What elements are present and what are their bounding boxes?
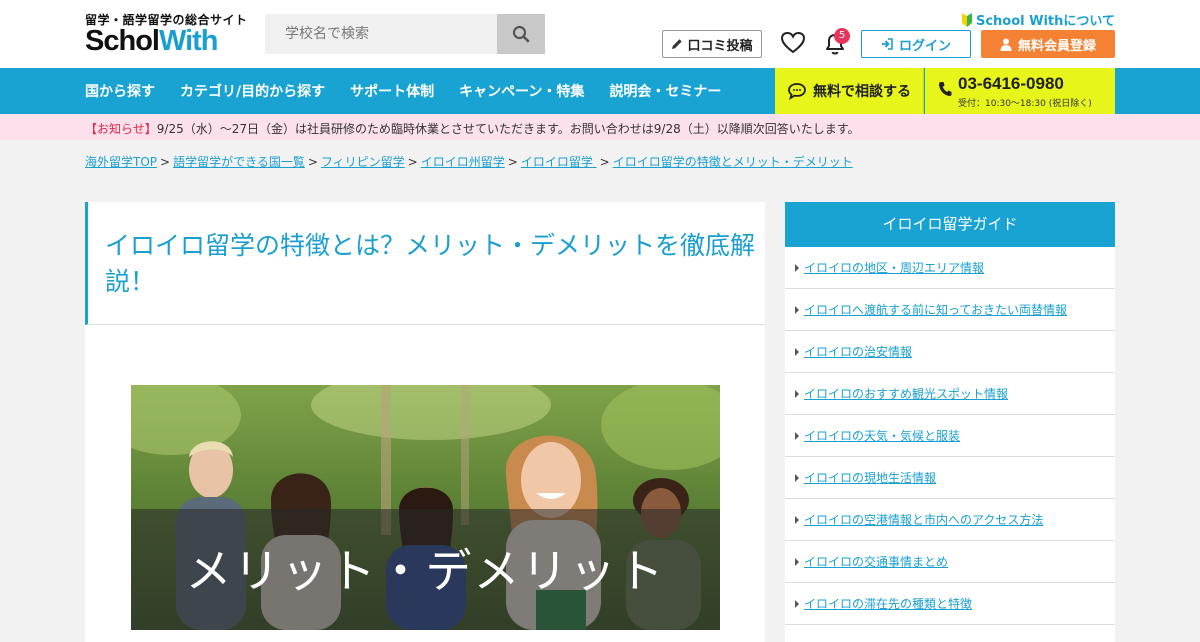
article-title-box: イロイロ留学の特徴とは？メリット・デメリットを徹底解説！ — [85, 202, 765, 325]
guide-item: イロイロへ渡航する前に知っておきたい両替情報 — [785, 289, 1115, 331]
review-post-button[interactable]: 口コミ投稿 — [662, 30, 762, 58]
triangle-right-icon — [795, 557, 799, 566]
free-consult-button[interactable]: 無料で相談する — [775, 68, 924, 114]
breadcrumb: 海外留学TOP > 語学留学ができる国一覧 > フィリピン留学 > イロイロ州留学 > イロイロ… — [85, 155, 853, 169]
guide-item: イロイロの空港情報と市内へのアクセス方法 — [785, 499, 1115, 541]
logo-school-text-rest: ol — [135, 25, 160, 57]
about-link[interactable]: School Withについて — [961, 10, 1115, 29]
notice-tag: 【お知らせ】 — [85, 122, 157, 136]
search-icon — [512, 25, 530, 43]
guide-item: イロイロの滞在先の種類と特徴 — [785, 583, 1115, 625]
guide-item: イロイロの交通事情まとめ — [785, 541, 1115, 583]
guide-item: イロイロの現地生活情報 — [785, 457, 1115, 499]
hero-caption: メリット・デメリット — [185, 544, 666, 598]
triangle-right-icon — [795, 305, 799, 314]
hero-image: メリット・デメリット — [131, 385, 720, 630]
triangle-right-icon — [795, 599, 799, 608]
about-label: School Withについて — [975, 14, 1115, 29]
nav-item-campaign[interactable]: キャンペーン・特集 — [459, 81, 584, 101]
breadcrumb-link-countries[interactable]: 語学留学ができる国一覧 — [173, 155, 305, 169]
guide-link-area[interactable]: イロイロの地区・周辺エリア情報 — [804, 259, 984, 276]
phone-contact[interactable]: 03-6416-0980 受付：10:30〜18:30 (祝日除く) — [925, 68, 1115, 114]
triangle-right-icon — [795, 347, 799, 356]
free-consult-label: 無料で相談する — [813, 84, 911, 100]
guide-link-accommodation[interactable]: イロイロの滞在先の種類と特徴 — [804, 595, 972, 612]
breadcrumb-link-current[interactable]: イロイロ留学の特徴とメリット・デメリット — [613, 155, 853, 169]
breadcrumb-link-iloilo-province[interactable]: イロイロ州留学 — [421, 155, 505, 169]
nav-item-category[interactable]: カテゴリ/目的から探す — [180, 81, 325, 101]
guide-sidebar-heading: イロイロ留学ガイド — [785, 202, 1115, 247]
phone-number: 03-6416-0980 — [958, 74, 1064, 93]
triangle-right-icon — [795, 473, 799, 482]
logo-with-text: With — [158, 25, 219, 57]
triangle-right-icon — [795, 515, 799, 524]
breadcrumb-link-iloilo[interactable]: イロイロ留学 — [521, 155, 597, 169]
signup-label: 無料会員登録 — [1017, 38, 1096, 54]
triangle-right-icon — [795, 431, 799, 440]
notice-text: 【お知らせ】9/25（水）〜27日（金）は社員研修のため臨時休業とさせていただき… — [85, 120, 860, 137]
nav-menu: 国から探す カテゴリ/目的から探す サポート体制 キャンペーン・特集 説明会・セ… — [85, 68, 746, 114]
guide-link-transport[interactable]: イロイロの交通事情まとめ — [804, 553, 948, 570]
notice-bar: 【お知らせ】9/25（水）〜27日（金）は社員研修のため臨時休業とさせていただき… — [0, 114, 1200, 140]
search-button[interactable] — [497, 14, 545, 54]
guide-item: イロイロの天気・気候と服装 — [785, 415, 1115, 457]
article-card: イロイロ留学の特徴とは？メリット・デメリットを徹底解説！ メリット・デメリット — [85, 202, 765, 642]
site-logo[interactable]: ScholWith — [85, 25, 219, 58]
guide-sidebar: イロイロ留学ガイド イロイロの地区・周辺エリア情報 イロイロへ渡航する前に知って… — [785, 202, 1115, 642]
nav-item-support[interactable]: サポート体制 — [350, 81, 434, 101]
notification-count-badge: 5 — [834, 28, 850, 44]
breadcrumb-link-top[interactable]: 海外留学TOP — [85, 155, 157, 169]
search-input[interactable] — [265, 14, 497, 54]
guide-link-living[interactable]: イロイロの現地生活情報 — [804, 469, 936, 486]
guide-link-exchange[interactable]: イロイロへ渡航する前に知っておきたい両替情報 — [804, 301, 1067, 318]
main-nav: 国から探す カテゴリ/目的から探す サポート体制 キャンペーン・特集 説明会・セ… — [0, 68, 1200, 114]
nav-item-country[interactable]: 国から探す — [85, 81, 155, 101]
triangle-right-icon — [795, 389, 799, 398]
phone-icon — [939, 82, 952, 96]
article-title: イロイロ留学の特徴とは？メリット・デメリットを徹底解説！ — [105, 231, 756, 296]
triangle-right-icon — [795, 263, 799, 272]
guide-item: イロイロのおすすめ観光スポット情報 — [785, 373, 1115, 415]
beginner-mark-icon — [961, 12, 972, 27]
pencil-icon — [672, 39, 683, 49]
favorite-heart-icon[interactable] — [780, 31, 806, 55]
phone-hours: 受付：10:30〜18:30 (祝日除く) — [958, 99, 1092, 109]
signup-button[interactable]: 無料会員登録 — [981, 30, 1115, 58]
nav-item-seminar[interactable]: 説明会・セミナー — [609, 81, 721, 101]
guide-link-safety[interactable]: イロイロの治安情報 — [804, 343, 912, 360]
guide-link-weather[interactable]: イロイロの天気・気候と服装 — [804, 427, 960, 444]
guide-item: イロイロの治安情報 — [785, 331, 1115, 373]
breadcrumb-link-philippines[interactable]: フィリピン留学 — [321, 155, 405, 169]
guide-link-sightseeing[interactable]: イロイロのおすすめ観光スポット情報 — [804, 385, 1008, 402]
notice-message: 9/25（水）〜27日（金）は社員研修のため臨時休業とさせていただきます。お問い… — [156, 122, 860, 136]
search-bar — [265, 14, 545, 54]
review-post-label: 口コミ投稿 — [687, 38, 753, 54]
sign-in-icon — [881, 38, 893, 50]
chat-bubble-icon — [788, 83, 806, 100]
user-icon — [1000, 38, 1012, 51]
login-button[interactable]: ログイン — [861, 30, 971, 58]
login-label: ログイン — [898, 38, 951, 54]
logo-school-text: Sch — [85, 25, 136, 57]
site-header: 留学・語学留学の総合サイト ScholWith School Withについて … — [0, 0, 1200, 68]
guide-link-airport[interactable]: イロイロの空港情報と市内へのアクセス方法 — [804, 511, 1043, 528]
guide-item: イロイロの地区・周辺エリア情報 — [785, 247, 1115, 289]
